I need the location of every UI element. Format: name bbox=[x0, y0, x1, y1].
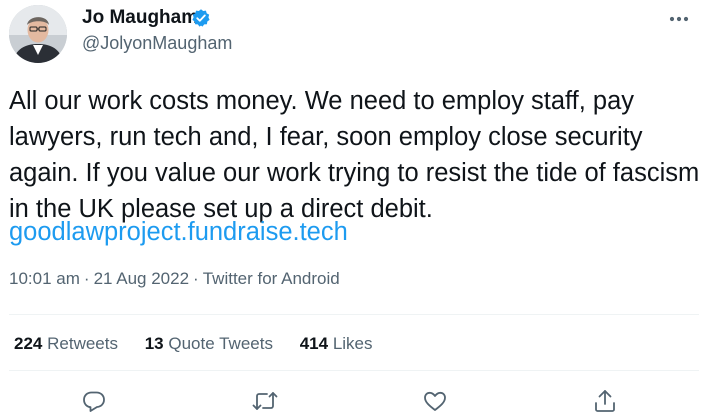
tweet-time[interactable]: 10:01 am bbox=[9, 269, 80, 288]
tweet-detail: Jo Maugham @JolyonMaugham All our work c… bbox=[0, 0, 711, 418]
likes-label: Likes bbox=[332, 334, 373, 353]
reply-button[interactable] bbox=[81, 388, 107, 414]
like-icon bbox=[424, 391, 446, 411]
more-options-button[interactable] bbox=[664, 8, 694, 30]
divider bbox=[9, 370, 699, 371]
share-button[interactable] bbox=[592, 388, 618, 414]
reply-icon bbox=[83, 391, 105, 412]
retweets-count: 224 bbox=[14, 334, 43, 353]
meta-separator: · bbox=[193, 269, 199, 288]
retweet-button[interactable] bbox=[250, 388, 280, 414]
tweet-text: All our work costs money. We need to emp… bbox=[9, 87, 700, 223]
divider bbox=[9, 314, 699, 315]
avatar-image bbox=[9, 5, 67, 63]
author-name[interactable]: Jo Maugham bbox=[82, 7, 198, 29]
tweet-stats: 224 Retweets 13 Quote Tweets 414 Likes bbox=[14, 333, 395, 355]
tweet-link[interactable]: goodlawproject.fundraise.tech bbox=[9, 214, 348, 250]
share-icon bbox=[595, 390, 615, 412]
tweet-date[interactable]: 21 Aug 2022 bbox=[94, 269, 189, 288]
tweet-source[interactable]: Twitter for Android bbox=[203, 269, 340, 288]
retweets-stat[interactable]: 224 Retweets bbox=[14, 333, 118, 355]
quote-tweets-count: 13 bbox=[144, 334, 164, 353]
author-handle[interactable]: @JolyonMaugham bbox=[82, 32, 232, 54]
tweet-meta: 10:01 am · 21 Aug 2022 · Twitter for Android bbox=[9, 268, 340, 290]
verified-badge-icon bbox=[192, 9, 210, 27]
quote-tweets-label: Quote Tweets bbox=[168, 334, 273, 353]
quote-tweets-stat[interactable]: 13 Quote Tweets bbox=[145, 333, 273, 355]
more-icon bbox=[669, 16, 689, 22]
retweets-label: Retweets bbox=[47, 334, 118, 353]
retweet-icon bbox=[252, 392, 278, 410]
author-avatar[interactable] bbox=[9, 5, 67, 63]
like-button[interactable] bbox=[422, 388, 448, 414]
likes-stat[interactable]: 414 Likes bbox=[300, 333, 373, 355]
likes-count: 414 bbox=[299, 334, 329, 353]
meta-separator: · bbox=[83, 269, 90, 288]
